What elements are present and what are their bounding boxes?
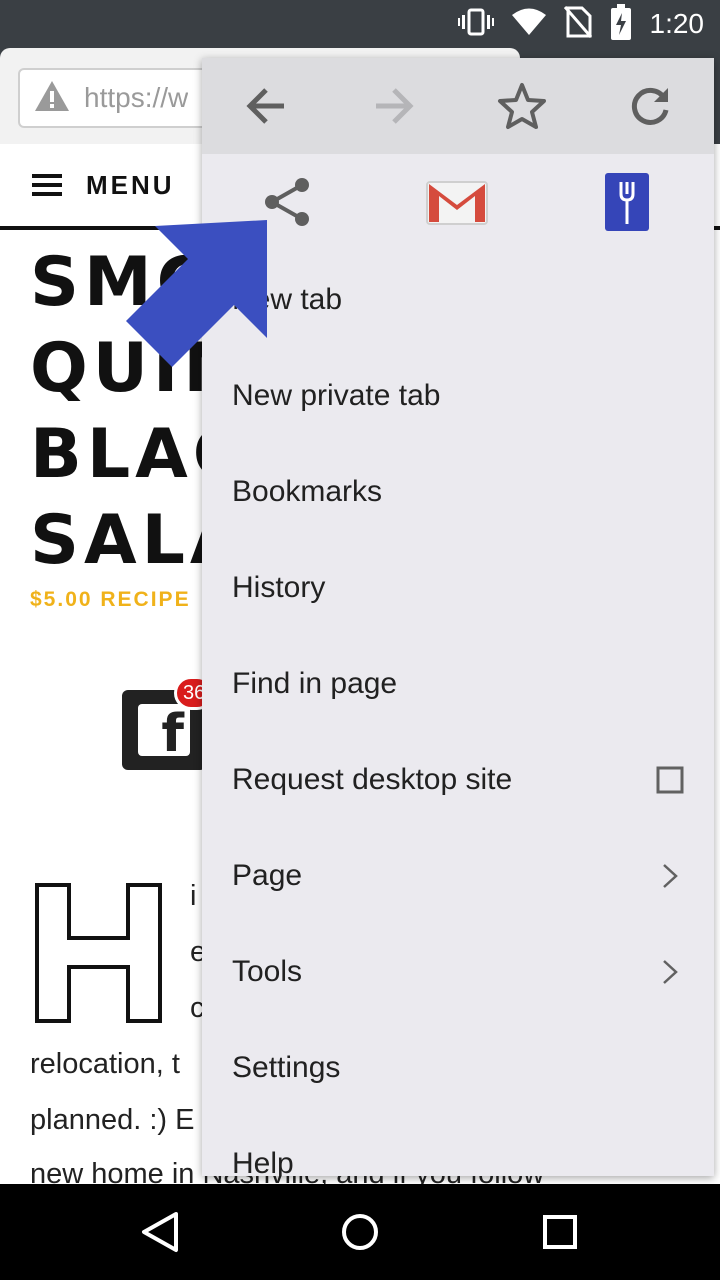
no-sim-icon [563, 5, 592, 43]
reload-button[interactable] [586, 58, 714, 154]
fork-app-icon [605, 173, 649, 231]
wifi-icon [511, 8, 546, 41]
chevron-right-icon [650, 856, 690, 896]
chevron-right-icon [650, 952, 690, 992]
recents-square-icon[interactable] [536, 1208, 584, 1256]
menu-item-label: Help [232, 1147, 294, 1176]
menu-item-settings[interactable]: Settings [202, 1020, 714, 1116]
back-arrow-icon [246, 88, 284, 124]
menu-item-label: Request desktop site [232, 763, 513, 796]
menu-item-request-desktop-site[interactable]: Request desktop site [202, 732, 714, 828]
svg-text:H: H [34, 882, 35, 883]
reload-icon [631, 87, 669, 125]
status-bar: 1:20 [0, 0, 720, 48]
hamburger-icon[interactable] [32, 174, 62, 196]
site-menu-label[interactable]: MENU [86, 170, 175, 201]
desktop-site-checkbox[interactable] [650, 760, 690, 800]
forward-arrow-icon [376, 88, 414, 124]
drop-cap: H [34, 882, 162, 1023]
back-button[interactable] [202, 58, 330, 154]
gmail-icon [426, 181, 488, 225]
recipe-tag[interactable]: $5.00 RECIPE [30, 588, 191, 612]
menu-item-find-in-page[interactable]: Find in page [202, 636, 714, 732]
menu-item-history[interactable]: History [202, 540, 714, 636]
menu-item-label: Tools [232, 955, 303, 988]
fork-app-share-button[interactable] [542, 154, 712, 250]
home-circle-icon[interactable] [336, 1208, 384, 1256]
body-text: i [190, 880, 197, 912]
warning-icon [34, 80, 70, 117]
status-icons: 1:20 [457, 0, 705, 48]
facebook-icon: f [138, 704, 190, 756]
forward-button[interactable] [330, 58, 458, 154]
menu-item-help[interactable]: Help [202, 1116, 714, 1176]
menu-item-tools[interactable]: Tools [202, 924, 714, 1020]
annotation-arrow-icon [126, 220, 267, 367]
status-time: 1:20 [649, 8, 705, 39]
menu-item-label: New private tab [232, 379, 441, 412]
bookmark-star-button[interactable] [458, 58, 586, 154]
menu-item-label: Settings [232, 1051, 341, 1084]
vibrate-icon [457, 7, 494, 42]
body-text: relocation, t [30, 1048, 180, 1080]
menu-nav-row [202, 58, 714, 154]
body-text: planned. :) E [30, 1104, 195, 1136]
star-icon [498, 83, 546, 129]
menu-item-bookmarks[interactable]: Bookmarks [202, 444, 714, 540]
menu-item-label: Bookmarks [232, 475, 383, 508]
menu-item-label: History [232, 571, 326, 604]
url-text[interactable]: https://w [84, 82, 188, 114]
menu-item-page[interactable]: Page [202, 828, 714, 924]
battery-charging-icon [610, 3, 632, 45]
back-triangle-icon[interactable] [136, 1208, 184, 1256]
system-nav-bar [0, 1184, 720, 1280]
menu-item-label: Page [232, 859, 303, 892]
menu-item-label: Find in page [232, 667, 398, 700]
gmail-share-button[interactable] [372, 154, 542, 250]
